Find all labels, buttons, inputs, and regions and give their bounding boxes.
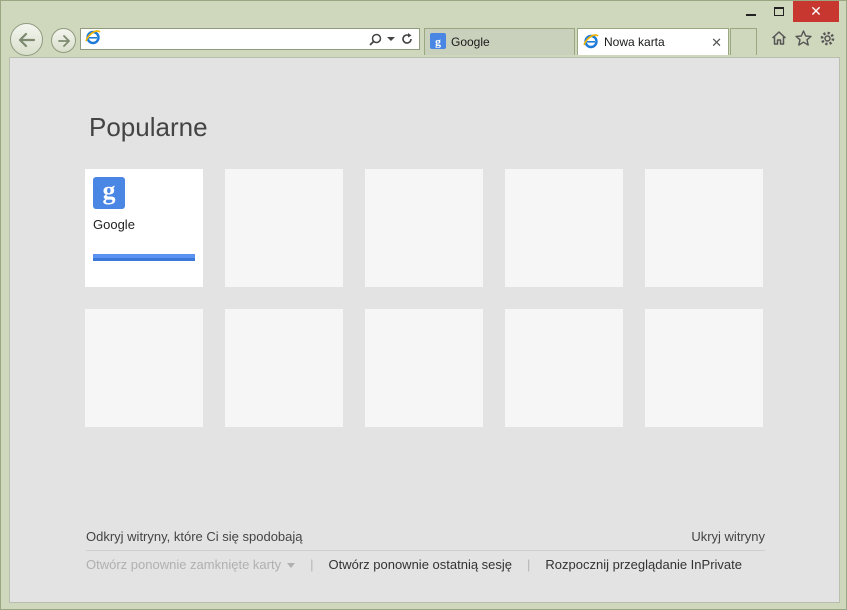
ie-icon <box>583 33 599 52</box>
browser-window: ✕ g Google Nowa karta ✕ Popularne g Goog… <box>0 0 847 610</box>
caption-buttons: ✕ <box>737 1 839 23</box>
tile-empty <box>505 309 623 427</box>
new-tab-button[interactable] <box>730 28 757 55</box>
tile-empty <box>225 169 343 287</box>
footer-discover-row: Odkryj witryny, które Ci się spodobają U… <box>86 529 765 551</box>
ie-icon <box>85 29 101 50</box>
footer-links: Otwórz ponownie zamknięte karty | Otwórz… <box>86 557 742 572</box>
search-icon[interactable] <box>367 30 383 48</box>
forward-button[interactable] <box>51 28 76 53</box>
google-logo-icon: g <box>93 177 125 209</box>
navigation-bar: g Google Nowa karta ✕ <box>1 23 847 57</box>
address-bar[interactable] <box>80 28 420 50</box>
reopen-closed-tabs-link[interactable]: Otwórz ponownie zamknięte karty <box>86 557 296 572</box>
forward-arrow-icon <box>57 34 70 47</box>
divider: | <box>527 557 531 572</box>
dropdown-arrow-icon[interactable] <box>383 30 399 48</box>
gear-icon[interactable] <box>818 29 836 47</box>
back-arrow-icon <box>18 32 35 47</box>
tab-close-icon[interactable]: ✕ <box>711 35 722 51</box>
back-button[interactable] <box>10 23 43 56</box>
tab-label: Google <box>451 35 490 49</box>
tab-new-tab[interactable]: Nowa karta ✕ <box>577 28 729 55</box>
maximize-icon <box>774 7 784 16</box>
reopen-closed-tabs-label: Otwórz ponownie zamknięte karty <box>86 557 282 572</box>
hide-sites-link[interactable]: Ukryj witryny <box>691 529 765 544</box>
tile-visit-bar <box>93 254 195 261</box>
close-icon: ✕ <box>810 3 822 19</box>
google-favicon-icon: g <box>430 32 446 52</box>
tab-label: Nowa karta <box>604 35 665 49</box>
tile-empty <box>645 169 763 287</box>
home-icon[interactable] <box>770 29 788 47</box>
tile-empty <box>365 309 483 427</box>
close-button[interactable]: ✕ <box>793 1 839 22</box>
tile-empty <box>505 169 623 287</box>
discover-sites-link[interactable]: Odkryj witryny, które Ci się spodobają <box>86 529 303 544</box>
tab-google[interactable]: g Google <box>424 28 575 55</box>
address-input[interactable] <box>101 30 367 48</box>
start-inprivate-link[interactable]: Rozpocznij przeglądanie InPrivate <box>545 557 742 572</box>
star-icon[interactable] <box>794 29 812 47</box>
tile-label: Google <box>93 217 135 232</box>
page-title: Popularne <box>89 112 208 142</box>
minimize-button[interactable] <box>737 1 765 22</box>
tile-empty <box>225 309 343 427</box>
refresh-icon[interactable] <box>399 30 415 48</box>
reopen-last-session-link[interactable]: Otwórz ponownie ostatnią sesję <box>328 557 512 572</box>
maximize-button[interactable] <box>765 1 793 22</box>
tile-google[interactable]: g Google <box>85 169 203 287</box>
tile-empty <box>645 309 763 427</box>
svg-text:g: g <box>435 34 441 48</box>
toolbar-icons <box>770 29 836 47</box>
new-tab-page: Popularne g Google Odkryj witryny, które… <box>9 57 840 603</box>
tile-empty <box>85 309 203 427</box>
minimize-icon <box>746 13 756 16</box>
chevron-down-icon <box>287 563 296 569</box>
divider: | <box>310 557 314 572</box>
tile-empty <box>365 169 483 287</box>
